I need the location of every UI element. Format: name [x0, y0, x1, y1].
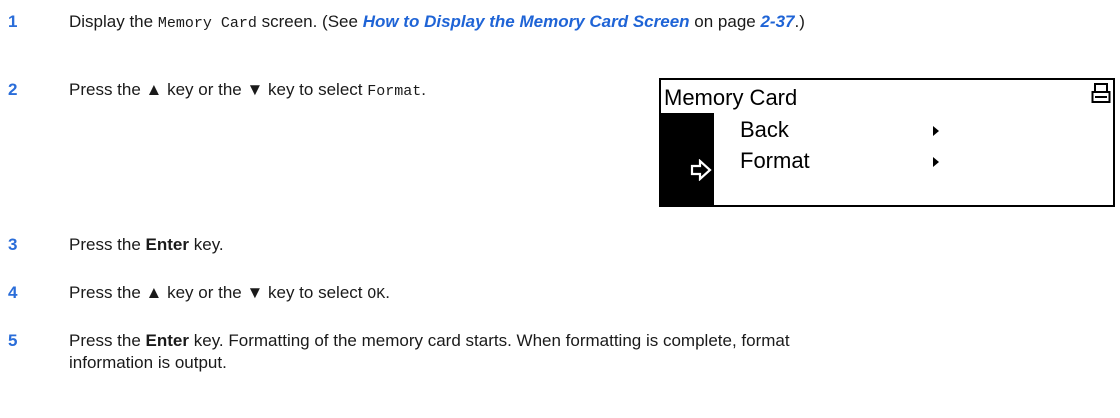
step-number: 3 — [8, 235, 18, 254]
step-text-segment: screen. (See — [256, 12, 363, 31]
printer-icon — [1091, 83, 1111, 103]
lcd-memory-card-screen: Memory Card Back Format — [659, 78, 1115, 207]
step-text-segment: .) — [794, 12, 805, 31]
step-number: 4 — [8, 283, 18, 302]
cross-reference-link[interactable]: 2-37 — [760, 12, 794, 31]
lcd-title: Memory Card — [664, 85, 798, 110]
step-number: 5 — [8, 331, 18, 350]
step-number: 1 — [8, 12, 18, 31]
ui-term: Memory Card — [157, 15, 257, 32]
step-text-segment: Press the — [69, 235, 146, 254]
key-name: Enter — [145, 331, 190, 350]
lcd-menu-item-label: Format — [740, 148, 810, 173]
selection-cursor-arrow-icon — [690, 159, 712, 181]
cross-reference-link[interactable]: How to Display the Memory Card Screen — [363, 12, 690, 31]
step-text-segment: on page — [689, 12, 761, 31]
step-text-segment: Display the — [69, 12, 158, 31]
step-text-segment: . — [421, 80, 426, 99]
lcd-menu-item-label: Back — [740, 117, 789, 142]
step-text-segment: Press the — [69, 331, 146, 350]
lcd-menu-item-format: Format — [714, 148, 1114, 178]
step-text: Press the Enter key. Formatting of the m… — [69, 330, 1109, 374]
step-text-segment: . — [385, 283, 390, 302]
submenu-arrow-icon — [933, 157, 939, 167]
ui-term: Format — [367, 83, 422, 100]
step-text: Press the Enter key. — [69, 234, 1109, 256]
step-text-segment: Press the ▲ key or the ▼ key to select — [69, 283, 368, 302]
step-text-segment: key. — [189, 235, 224, 254]
step-number: 2 — [8, 80, 18, 99]
ui-term: OK — [367, 286, 386, 303]
step-text: Display the Memory Card screen. (See How… — [69, 11, 1109, 35]
step-text-segment: Press the ▲ key or the ▼ key to select — [69, 80, 368, 99]
step-text: Press the ▲ key or the ▼ key to select O… — [69, 282, 1109, 306]
key-name: Enter — [145, 235, 190, 254]
lcd-menu-item-back: Back — [714, 117, 1114, 147]
submenu-arrow-icon — [933, 126, 939, 136]
